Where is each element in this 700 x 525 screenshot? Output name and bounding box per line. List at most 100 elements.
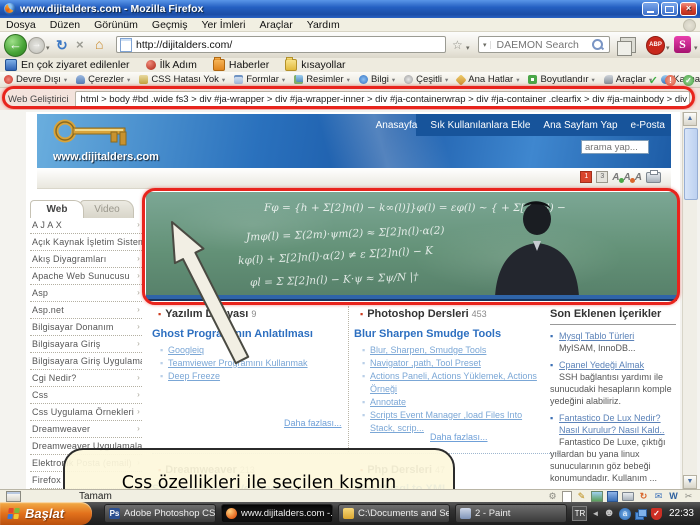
forward-button[interactable]: →: [28, 37, 45, 54]
sidebar-item[interactable]: A J A X ›: [30, 217, 142, 234]
recent-link[interactable]: Fantastico De Lux Nedir? Nasıl Kurulur? …: [550, 412, 676, 436]
menu-item[interactable]: Geçmiş: [152, 19, 188, 31]
gear-icon[interactable]: ⚙: [547, 491, 558, 502]
taskbar-task[interactable]: www.dijitalders.com -...: [221, 504, 333, 523]
scissors-icon[interactable]: ✂: [683, 491, 694, 502]
webdev-menu-item[interactable]: Çerezler ▾: [76, 74, 130, 85]
menu-item[interactable]: Görünüm: [94, 19, 138, 31]
taskbar-task[interactable]: C:\Documents and Se...: [338, 504, 450, 523]
language-indicator[interactable]: TR: [572, 506, 587, 521]
bookmark-item[interactable]: En çok ziyaret edilenler: [5, 59, 130, 71]
webdev-menu-item[interactable]: Formlar ▾: [234, 74, 285, 85]
menu-item[interactable]: Yardım: [307, 19, 340, 31]
url-input[interactable]: [136, 39, 445, 51]
sub-link[interactable]: Annotate: [360, 396, 540, 409]
recent-link[interactable]: Cpanel Yedeği Almak: [550, 359, 676, 371]
scroll-down-icon[interactable]: ▼: [683, 475, 697, 489]
more-link[interactable]: Daha fazlası...: [284, 418, 342, 428]
more-link[interactable]: Daha fazlası...: [430, 432, 488, 442]
style-gray-icon[interactable]: 3: [596, 171, 608, 183]
webdev-menu-item[interactable]: Ana Hatlar ▾: [457, 74, 519, 85]
css-path-breadcrumb[interactable]: html > body #bd .wide fs3 > div #ja-wrap…: [75, 91, 690, 108]
bookmark-item[interactable]: İlk Adım: [146, 59, 197, 71]
site-search-input[interactable]: [581, 140, 649, 154]
url-bar[interactable]: [116, 36, 446, 53]
taskbar-task[interactable]: 2 - Paint: [455, 504, 567, 523]
style-red-icon[interactable]: 1: [580, 171, 592, 183]
article-link[interactable]: Ghost Programının Anlatılması: [152, 328, 313, 340]
menu-item[interactable]: Araçlar: [259, 19, 292, 31]
sub-link[interactable]: Deep Freeze: [158, 370, 343, 383]
tab-web[interactable]: Web: [30, 200, 84, 218]
adblock-plus-icon[interactable]: ABP: [646, 36, 665, 55]
stylish-icon[interactable]: S: [674, 36, 691, 53]
sidebar-item[interactable]: Asp ›: [30, 285, 142, 302]
search-engine-dropdown-icon[interactable]: ▾: [483, 41, 491, 49]
tray-collapse-icon[interactable]: ◄: [591, 509, 599, 518]
taskbar-task[interactable]: Ps Adobe Photoshop CS...: [104, 504, 216, 523]
sidebar-item[interactable]: Açık Kaynak İşletim Sistemleri ›: [30, 234, 142, 251]
sidebar-item[interactable]: Css Uygulama Örnekleri ›: [30, 404, 142, 421]
bookmark-item[interactable]: Haberler: [213, 59, 269, 71]
menu-item[interactable]: Yer İmleri: [202, 19, 246, 31]
menu-item[interactable]: Düzen: [50, 19, 80, 31]
sidebar-item[interactable]: Css ›: [30, 387, 142, 404]
webdev-menu-item[interactable]: Devre Dışı ▾: [4, 74, 67, 85]
site-nav-link[interactable]: e-Posta: [631, 120, 665, 131]
document-icon[interactable]: [562, 491, 572, 503]
site-domain[interactable]: www.dijitalders.com: [53, 151, 159, 163]
save-icon[interactable]: [607, 491, 618, 502]
security-shield-tray-icon[interactable]: ✓: [651, 508, 662, 520]
back-button[interactable]: ←: [4, 34, 27, 57]
printer-icon[interactable]: [622, 492, 634, 501]
sidebar-item[interactable]: Apache Web Sunucusu ›: [30, 268, 142, 285]
mail-icon[interactable]: ✉: [653, 491, 664, 502]
adblock-dropdown-icon[interactable]: ▾: [666, 44, 670, 52]
tab-preview-icon[interactable]: [620, 37, 636, 53]
print-icon[interactable]: [646, 172, 661, 183]
tab-video[interactable]: Video: [80, 200, 134, 218]
search-icon[interactable]: [592, 39, 603, 50]
vertical-scrollbar[interactable]: ▲ ▼: [682, 112, 697, 489]
sidebar-item[interactable]: Bilgisayar Donanım ›: [30, 319, 142, 336]
sub-link[interactable]: Teamviewer Programını Kullanmak: [158, 357, 343, 370]
network-tray-icon[interactable]: [635, 509, 647, 519]
restore-button[interactable]: [661, 2, 678, 16]
render-mode-icon[interactable]: [6, 491, 21, 502]
webdev-menu-item[interactable]: CSS Hatası Yok ▾: [139, 74, 225, 85]
font-decrease-icon[interactable]: A: [624, 172, 631, 183]
messenger-tray-icon[interactable]: ☻: [603, 507, 615, 520]
menu-item[interactable]: Dosya: [6, 19, 36, 31]
sidebar-item[interactable]: Akış Diyagramları ›: [30, 251, 142, 268]
search-bar[interactable]: ▾: [478, 36, 610, 53]
bookmark-dropdown-icon[interactable]: ▾: [466, 44, 470, 52]
window-titlebar[interactable]: www.dijitalders.com - Mozilla Firefox ×: [0, 0, 700, 18]
site-nav-link[interactable]: Anasayfa: [376, 120, 418, 131]
validation-ok-icon[interactable]: ✓: [683, 75, 694, 86]
daemon-tools-tray-icon[interactable]: a: [619, 508, 631, 520]
font-increase-icon[interactable]: A: [612, 172, 619, 183]
sidebar-item[interactable]: Asp.net ›: [30, 302, 142, 319]
sub-link[interactable]: Navigator ,path, Tool Preset: [360, 357, 540, 370]
sidebar-item[interactable]: Bilgisayara Giriş ›: [30, 336, 142, 353]
pencil-icon[interactable]: ✎: [576, 491, 587, 502]
scroll-up-icon[interactable]: ▲: [683, 112, 697, 126]
sub-link[interactable]: Googleiq: [158, 344, 343, 357]
bookmark-star-icon[interactable]: ☆: [452, 38, 463, 52]
search-input[interactable]: [495, 38, 592, 52]
sidebar-item[interactable]: Cgi Nedir? ›: [30, 370, 142, 387]
webdev-menu-item[interactable]: Çeşitli ▾: [404, 74, 448, 85]
sidebar-item[interactable]: Bilgisayara Giriş Uygulamaları ›: [30, 353, 142, 370]
validation-warning-icon[interactable]: !: [665, 75, 676, 86]
site-nav-link[interactable]: Ana Sayfam Yap: [543, 120, 617, 131]
stylish-dropdown-icon[interactable]: ▾: [694, 44, 698, 52]
webdev-menu-item[interactable]: Araçlar ▾: [604, 74, 652, 85]
wiki-icon[interactable]: W: [668, 491, 679, 502]
webdev-menu-item[interactable]: Bilgi ▾: [359, 74, 395, 85]
scroll-thumb[interactable]: [684, 128, 698, 200]
sub-link[interactable]: Blur, Sharpen, Smudge Tools: [360, 344, 540, 357]
sub-link[interactable]: Actions Paneli, Actions Yüklemek, Action…: [360, 370, 540, 396]
home-button[interactable]: ⌂: [95, 36, 103, 52]
bookmark-item[interactable]: kısayollar: [285, 59, 345, 71]
reload-button[interactable]: ↻: [56, 37, 68, 54]
